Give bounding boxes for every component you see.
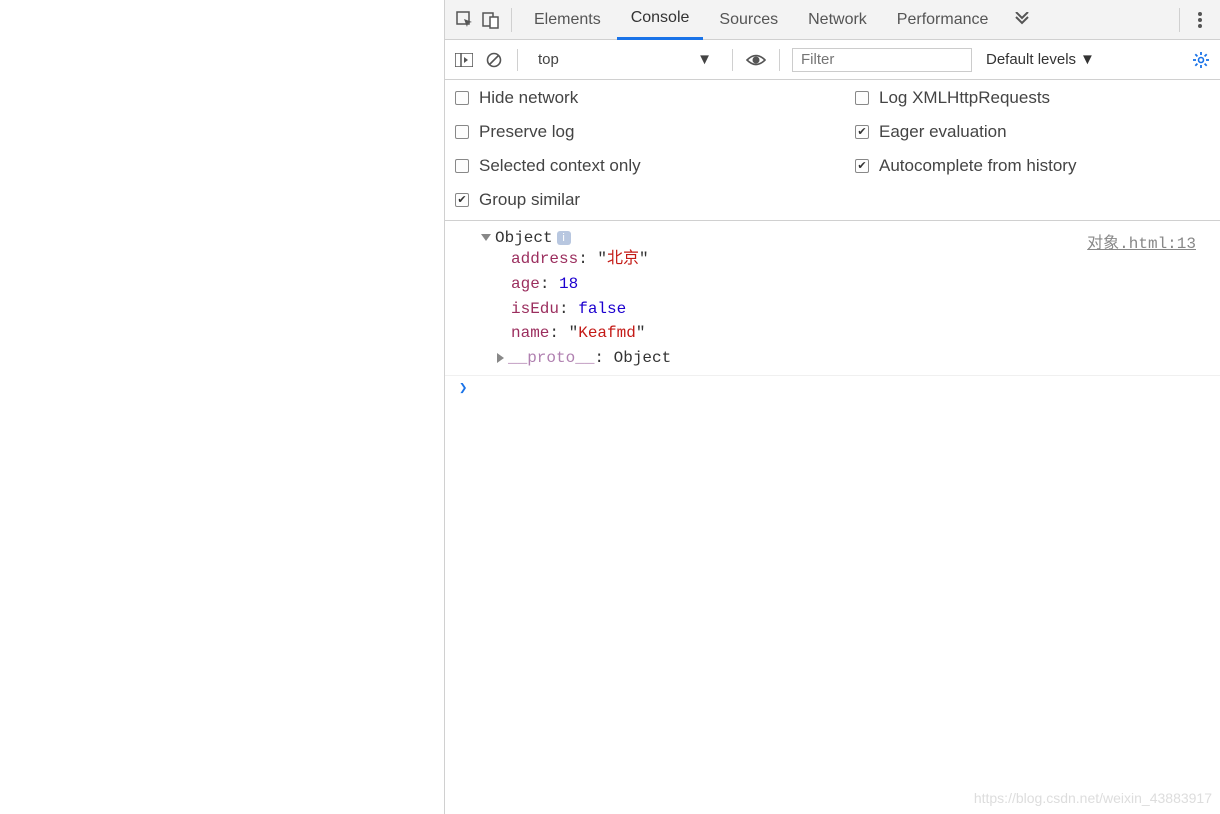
filter-input[interactable] xyxy=(792,48,972,72)
checkbox-selected-context[interactable]: Selected context only xyxy=(455,156,855,176)
prop-value: false xyxy=(578,300,626,318)
page-content-area xyxy=(0,0,445,814)
context-selector[interactable]: top ▼ xyxy=(530,51,720,68)
object-property: age: 18 xyxy=(481,272,1087,297)
more-tabs-icon[interactable] xyxy=(1010,8,1034,32)
checkbox-label: Hide network xyxy=(479,88,578,108)
checkbox-label: Autocomplete from history xyxy=(879,156,1076,176)
checkbox-icon xyxy=(455,193,469,207)
checkbox-icon xyxy=(455,125,469,139)
object-proto[interactable]: __proto__: Object xyxy=(481,346,1087,371)
source-link[interactable]: 对象.html:13 xyxy=(1087,229,1206,253)
console-log-row: Objecti address: "北京" age: 18 isEdu: fal… xyxy=(445,227,1220,376)
checkbox-icon xyxy=(855,125,869,139)
logged-object[interactable]: Objecti address: "北京" age: 18 isEdu: fal… xyxy=(481,229,1087,371)
object-property: address: "北京" xyxy=(481,247,1087,272)
checkbox-label: Preserve log xyxy=(479,122,574,142)
checkbox-group-similar[interactable]: Group similar xyxy=(455,190,855,210)
tab-network[interactable]: Network xyxy=(794,0,881,40)
checkbox-icon xyxy=(455,159,469,173)
chevron-down-icon: ▼ xyxy=(1080,51,1095,68)
separator xyxy=(517,49,518,71)
prop-key: name xyxy=(511,324,549,342)
disclosure-triangle-icon[interactable] xyxy=(497,353,504,363)
chevron-down-icon: ▼ xyxy=(697,51,712,68)
checkbox-icon xyxy=(455,91,469,105)
prop-value: 北京 xyxy=(607,250,639,268)
kebab-menu-icon[interactable] xyxy=(1188,8,1212,32)
toggle-sidebar-icon[interactable] xyxy=(453,49,475,71)
devtools-tabbar: Elements Console Sources Network Perform… xyxy=(445,0,1220,40)
tab-performance[interactable]: Performance xyxy=(883,0,1003,40)
prop-value: Keafmd xyxy=(578,324,636,342)
separator xyxy=(779,49,780,71)
levels-label: Default levels xyxy=(986,51,1076,68)
object-label: Object xyxy=(495,229,553,247)
checkbox-label: Log XMLHttpRequests xyxy=(879,88,1050,108)
object-property: name: "Keafmd" xyxy=(481,321,1087,346)
devtools-panel: Elements Console Sources Network Perform… xyxy=(445,0,1220,814)
info-icon[interactable]: i xyxy=(557,231,571,245)
log-levels-selector[interactable]: Default levels ▼ xyxy=(986,51,1095,68)
disclosure-triangle-icon[interactable] xyxy=(481,234,491,241)
checkbox-label: Selected context only xyxy=(479,156,641,176)
context-label: top xyxy=(538,51,559,68)
live-expression-icon[interactable] xyxy=(745,49,767,71)
separator xyxy=(1179,8,1180,32)
console-toolbar: top ▼ Default levels ▼ xyxy=(445,40,1220,80)
proto-value: Object xyxy=(614,349,672,367)
inspect-element-icon[interactable] xyxy=(453,8,477,32)
prop-value: 18 xyxy=(559,275,578,293)
tab-console[interactable]: Console xyxy=(617,0,704,40)
checkbox-autocomplete[interactable]: Autocomplete from history xyxy=(855,156,1210,176)
prop-key: age xyxy=(511,275,540,293)
tab-elements[interactable]: Elements xyxy=(520,0,615,40)
tab-sources[interactable]: Sources xyxy=(705,0,792,40)
console-prompt[interactable]: ❯ xyxy=(445,376,1220,397)
checkbox-icon xyxy=(855,159,869,173)
watermark-text: https://blog.csdn.net/weixin_43883917 xyxy=(974,790,1212,806)
proto-key: __proto__ xyxy=(508,349,594,367)
object-property: isEdu: false xyxy=(481,297,1087,322)
separator xyxy=(732,49,733,71)
checkbox-preserve-log[interactable]: Preserve log xyxy=(455,122,855,142)
chevron-right-icon: ❯ xyxy=(459,381,467,397)
checkbox-log-xhr[interactable]: Log XMLHttpRequests xyxy=(855,88,1210,108)
checkbox-eager-eval[interactable]: Eager evaluation xyxy=(855,122,1210,142)
checkbox-label: Group similar xyxy=(479,190,580,210)
prop-key: address xyxy=(511,250,578,268)
checkbox-hide-network[interactable]: Hide network xyxy=(455,88,855,108)
console-settings-icon[interactable] xyxy=(1190,49,1212,71)
device-toolbar-icon[interactable] xyxy=(479,8,503,32)
separator xyxy=(511,8,512,32)
console-settings-panel: Hide network Log XMLHttpRequests Preserv… xyxy=(445,80,1220,221)
console-output: Objecti address: "北京" age: 18 isEdu: fal… xyxy=(445,221,1220,814)
checkbox-icon xyxy=(855,91,869,105)
prop-key: isEdu xyxy=(511,300,559,318)
clear-console-icon[interactable] xyxy=(483,49,505,71)
checkbox-label: Eager evaluation xyxy=(879,122,1007,142)
